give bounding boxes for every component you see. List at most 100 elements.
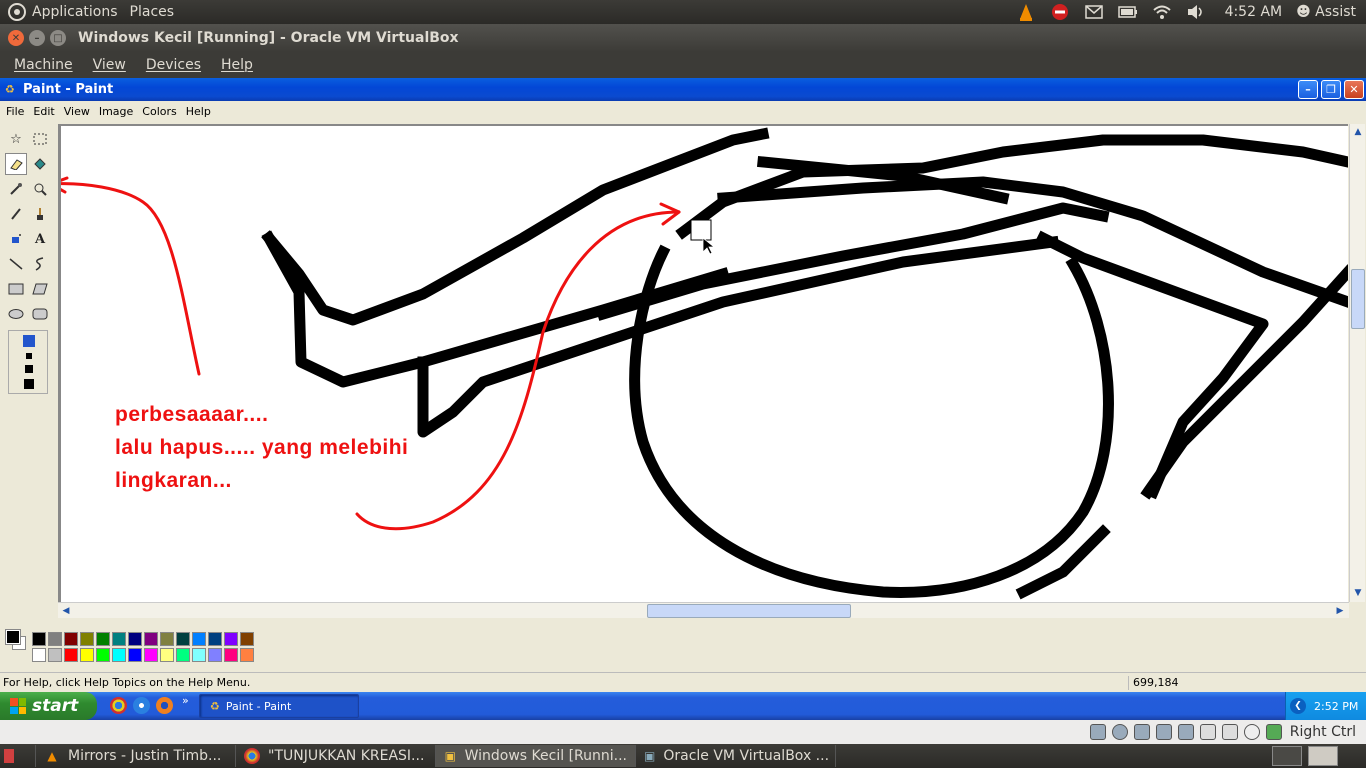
stop-icon[interactable] <box>1049 3 1071 21</box>
close-icon[interactable]: ✕ <box>1344 80 1364 99</box>
horizontal-scrollbar[interactable]: ◀ ▶ <box>58 602 1349 618</box>
menu-colors[interactable]: Colors <box>142 105 176 118</box>
color-picker-icon[interactable] <box>5 178 27 200</box>
workspace-2[interactable] <box>1308 746 1338 766</box>
quicklaunch-overflow-icon[interactable]: » <box>182 694 189 707</box>
places-menu[interactable]: Places <box>130 4 175 20</box>
vertical-scrollbar[interactable]: ▲ ▼ <box>1349 124 1365 602</box>
scroll-right-icon[interactable]: ▶ <box>1333 604 1347 618</box>
start-button[interactable]: start <box>0 692 97 720</box>
capture-icon[interactable] <box>1221 724 1238 740</box>
color-swatch[interactable] <box>240 648 254 662</box>
ellipse-tool-icon[interactable] <box>5 303 27 325</box>
mouse-integration-icon[interactable] <box>1265 724 1282 740</box>
color-swatch[interactable] <box>208 632 222 646</box>
curve-tool-icon[interactable] <box>29 253 51 275</box>
tray-clock[interactable]: 2:52 PM <box>1314 700 1358 713</box>
color-swatch[interactable] <box>128 648 142 662</box>
free-select-icon[interactable]: ☆ <box>5 128 27 150</box>
eraser-size-2[interactable] <box>26 353 32 359</box>
color-swatch[interactable] <box>32 632 46 646</box>
color-swatch[interactable] <box>192 648 206 662</box>
color-swatch[interactable] <box>192 632 206 646</box>
menu-machine[interactable]: Machine <box>14 57 73 73</box>
brush-icon[interactable] <box>29 203 51 225</box>
color-swatch[interactable] <box>224 632 238 646</box>
minimize-icon[interactable]: – <box>1298 80 1318 99</box>
menu-view[interactable]: View <box>93 57 126 73</box>
virtualization-icon[interactable] <box>1243 724 1260 740</box>
color-swatch[interactable] <box>144 632 158 646</box>
applications-menu[interactable]: Applications <box>32 4 118 20</box>
airbrush-icon[interactable] <box>5 228 27 250</box>
taskbar-item-paint[interactable]: ♻ Paint - Paint <box>199 694 359 718</box>
fill-bucket-icon[interactable] <box>29 153 51 175</box>
menu-view[interactable]: View <box>64 105 90 118</box>
color-swatch[interactable] <box>112 632 126 646</box>
color-swatch[interactable] <box>64 632 78 646</box>
current-colors[interactable] <box>4 628 28 652</box>
color-swatch[interactable] <box>96 648 110 662</box>
window-list-item[interactable]: ▣ Oracle VM VirtualBox ... <box>636 745 836 767</box>
color-swatch[interactable] <box>96 632 110 646</box>
color-swatch[interactable] <box>48 632 62 646</box>
clock[interactable]: 4:52 AM <box>1225 4 1283 20</box>
rectangle-tool-icon[interactable] <box>5 278 27 300</box>
scroll-down-icon[interactable]: ▼ <box>1351 586 1365 600</box>
scroll-up-icon[interactable]: ▲ <box>1351 125 1365 139</box>
ubuntu-logo-icon[interactable] <box>8 3 26 21</box>
mail-icon[interactable] <box>1083 3 1105 21</box>
color-swatch[interactable] <box>112 648 126 662</box>
restore-icon[interactable]: ❐ <box>1321 80 1341 99</box>
color-swatch[interactable] <box>144 648 158 662</box>
display-icon[interactable] <box>1199 724 1216 740</box>
scroll-left-icon[interactable]: ◀ <box>59 604 73 618</box>
paint-canvas[interactable]: perbesaaaar.... lalu hapus..... yang mel… <box>58 124 1348 602</box>
minimize-icon[interactable]: – <box>29 30 45 46</box>
network-icon[interactable] <box>1155 724 1172 740</box>
chrome-icon[interactable] <box>110 697 127 714</box>
vlc-icon[interactable] <box>1015 3 1037 21</box>
rect-select-icon[interactable] <box>29 128 51 150</box>
color-swatch[interactable] <box>160 648 174 662</box>
color-swatch[interactable] <box>224 648 238 662</box>
eraser-size-1[interactable] <box>23 335 35 347</box>
workspace-1[interactable] <box>1272 746 1302 766</box>
close-icon[interactable]: ✕ <box>8 30 24 46</box>
color-swatch[interactable] <box>160 632 174 646</box>
color-swatch[interactable] <box>208 648 222 662</box>
ie-icon[interactable] <box>133 697 150 714</box>
color-swatch[interactable] <box>176 648 190 662</box>
battery-icon[interactable] <box>1117 3 1139 21</box>
eraser-size-4[interactable] <box>24 379 34 389</box>
horizontal-scroll-thumb[interactable] <box>647 604 851 618</box>
firefox-icon[interactable] <box>156 697 173 714</box>
menu-file[interactable]: File <box>6 105 24 118</box>
hard-disk-icon[interactable] <box>1089 724 1106 740</box>
text-tool-icon[interactable]: A <box>29 228 51 250</box>
eraser-size-3[interactable] <box>25 365 33 373</box>
magnifier-icon[interactable] <box>29 178 51 200</box>
chevron-left-icon[interactable]: ❮ <box>1290 698 1306 714</box>
pencil-icon[interactable] <box>5 203 27 225</box>
menu-edit[interactable]: Edit <box>33 105 54 118</box>
color-swatch[interactable] <box>128 632 142 646</box>
color-swatch[interactable] <box>240 632 254 646</box>
color-swatch[interactable] <box>64 648 78 662</box>
color-swatch[interactable] <box>176 632 190 646</box>
eraser-icon[interactable] <box>5 153 27 175</box>
menu-help[interactable]: Help <box>221 57 253 73</box>
color-swatch[interactable] <box>80 632 94 646</box>
window-list-item[interactable]: "TUNJUKKAN KREASI... <box>236 745 436 767</box>
color-swatch[interactable] <box>80 648 94 662</box>
menu-image[interactable]: Image <box>99 105 133 118</box>
line-tool-icon[interactable] <box>5 253 27 275</box>
color-swatch[interactable] <box>48 648 62 662</box>
user-menu[interactable]: ☻ Assist <box>1296 4 1356 20</box>
window-list-item[interactable]: ▣ Windows Kecil [Runni... <box>436 745 636 767</box>
rounded-rect-tool-icon[interactable] <box>29 303 51 325</box>
show-desktop-button[interactable] <box>0 745 36 767</box>
volume-icon[interactable] <box>1185 3 1207 21</box>
menu-help[interactable]: Help <box>186 105 211 118</box>
usb-icon[interactable] <box>1133 724 1150 740</box>
